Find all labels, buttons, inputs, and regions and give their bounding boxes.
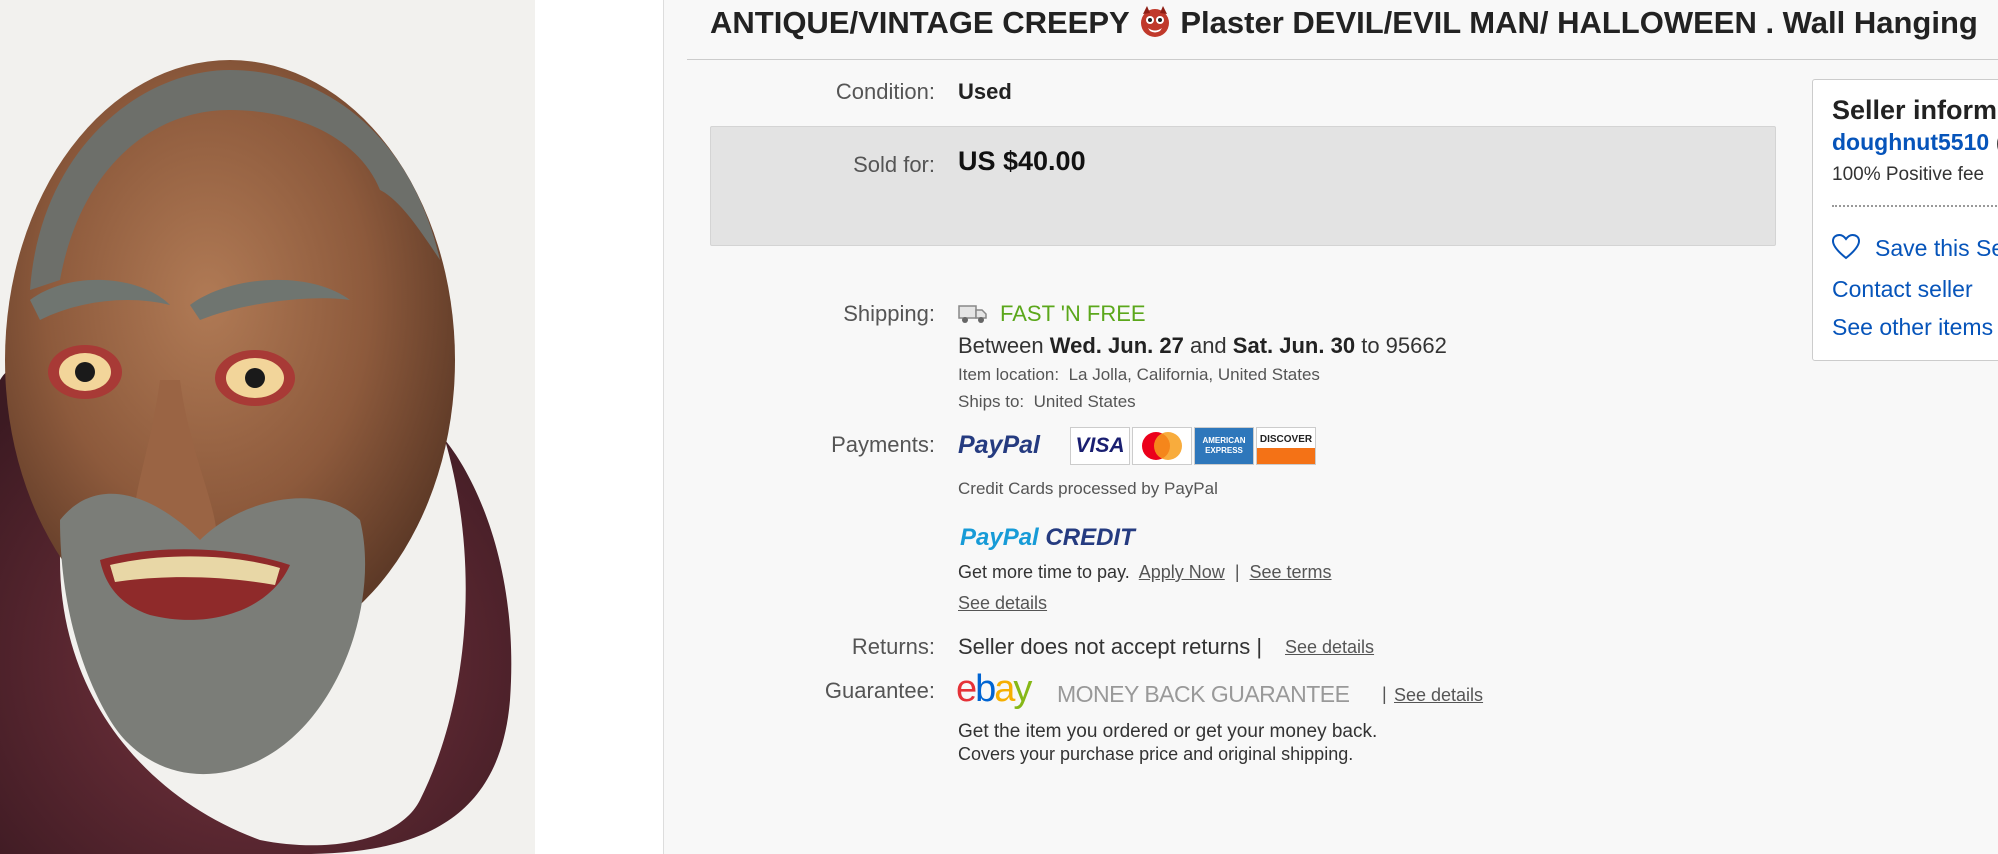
paypal-logo: PayPal [958, 431, 1041, 459]
devil-face-icon [1140, 6, 1169, 37]
delivery-estimate: Between Wed. Jun. 27 and Sat. Jun. 30 to… [958, 333, 1447, 359]
amex-card-text: AMERICAN EXPRESS [1202, 436, 1246, 455]
delivery-end-date: Sat. Jun. 30 [1232, 333, 1356, 358]
mastercard-logo-icon [1142, 432, 1182, 460]
discover-card-text: DISCOVER [1259, 434, 1313, 445]
ebay-logo-a: a [994, 668, 1015, 710]
contact-seller-link[interactable]: Contact seller [1832, 276, 1973, 303]
listing-title-prefix: ANTIQUE/VINTAGE CREEPY [710, 5, 1138, 40]
seller-feedback: 100% Positive fee [1832, 164, 1985, 185]
more-time-text: Get more time to pay. [958, 562, 1130, 582]
seller-name-link[interactable]: doughnut5510 [1832, 129, 1989, 155]
devil-mask-image [0, 0, 535, 854]
paypal-credit-logo: PayPal CREDIT [960, 524, 1135, 552]
panel-divider [663, 0, 664, 854]
item-photo-panel [0, 0, 535, 854]
truck-icon [958, 305, 987, 323]
ebay-logo-b: b [975, 668, 996, 710]
ebay-logo-e: e [956, 668, 977, 710]
item-location-label: Item location: [958, 365, 1060, 384]
delivery-start-date: Wed. Jun. 27 [1049, 333, 1184, 358]
sold-price-value: US $40.00 [958, 146, 1086, 176]
item-location: Item location: La Jolla, California, Uni… [958, 365, 1320, 385]
sold-price-box [710, 126, 1776, 246]
title-divider [687, 59, 1998, 60]
ebay-logo-y: y [1013, 668, 1032, 710]
discover-card-icon: DISCOVER [1256, 427, 1316, 465]
paypal-credit-part2: CREDIT [1045, 524, 1135, 551]
amex-card-icon: AMERICAN EXPRESS [1194, 427, 1254, 465]
delivery-zip: to 95662 [1361, 333, 1447, 358]
see-terms-link[interactable]: See terms [1250, 562, 1332, 582]
ships-to: Ships to: United States [958, 392, 1136, 412]
condition-label: Condition: [835, 79, 935, 104]
paypal-credit-part1: PayPal [960, 524, 1039, 551]
listing-title: ANTIQUE/VINTAGE CREEPY Plaster DEVIL/EVI… [710, 4, 1978, 41]
delivery-and-text: and [1189, 333, 1227, 358]
ships-to-value: United States [1033, 392, 1136, 411]
see-other-items-link[interactable]: See other items [1832, 314, 1993, 341]
ships-to-label: Ships to: [958, 392, 1025, 411]
returns-see-details-link[interactable]: See details [1285, 637, 1374, 658]
returns-value: Seller does not accept returns | [958, 634, 1263, 659]
item-photo[interactable] [0, 0, 535, 854]
ebay-logo: ebay [956, 668, 1032, 711]
money-back-guarantee-text: MONEY BACK GUARANTEE [1057, 681, 1350, 707]
guarantee-line-2: Covers your purchase price and original … [958, 744, 1354, 764]
guarantee-line-1: Get the item you ordered or get your mon… [958, 721, 1378, 742]
listing-title-suffix: Plaster DEVIL/EVIL MAN/ HALLOWEEN . Wall… [1180, 5, 1978, 40]
shipping-label: Shipping: [843, 301, 935, 326]
seller-name-row: doughnut5510 ( [1832, 129, 1998, 156]
save-seller-link[interactable]: Save this Se [1875, 235, 1998, 262]
delivery-between-text: Between [958, 333, 1044, 358]
photo-gutter [535, 0, 663, 854]
guarantee-see-details-link[interactable]: See details [1394, 685, 1483, 706]
condition-value: Used [958, 79, 1012, 104]
paypal-credit-line: Get more time to pay. Apply Now | See te… [958, 562, 1332, 583]
heart-icon[interactable] [1832, 234, 1860, 260]
apply-now-link[interactable]: Apply Now [1139, 562, 1225, 582]
see-details-credit-link[interactable]: See details [958, 593, 1047, 614]
payments-label: Payments: [831, 432, 935, 457]
sold-for-label: Sold for: [853, 152, 935, 177]
visa-card-icon: VISA [1070, 427, 1130, 465]
guarantee-label: Guarantee: [824, 678, 935, 703]
separator-bar: | [1229, 562, 1245, 582]
visa-card-text: VISA [1075, 434, 1125, 457]
mastercard-icon [1132, 427, 1192, 465]
item-location-value: La Jolla, California, United States [1068, 365, 1320, 384]
fast-n-free-badge: FAST 'N FREE [1000, 301, 1146, 326]
returns-label: Returns: [851, 634, 935, 659]
seller-divider [1832, 205, 1998, 207]
guarantee-separator: | [1382, 684, 1387, 704]
seller-info-heading: Seller inform [1832, 95, 1998, 125]
credit-card-note: Credit Cards processed by PayPal [958, 479, 1218, 498]
